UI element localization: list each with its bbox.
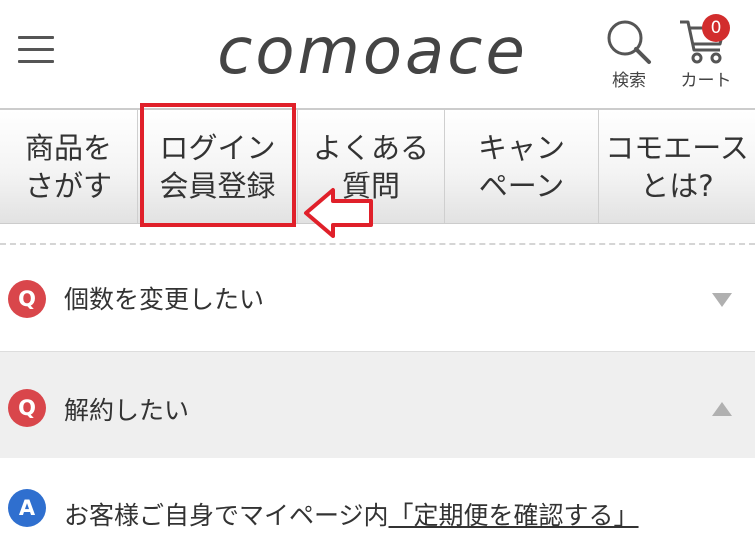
faq-question: 個数を変更したい	[64, 285, 265, 314]
chevron-up-icon	[712, 402, 732, 416]
nav-item-label: キャン ペーン	[477, 130, 565, 203]
search-button[interactable]: 検索	[603, 18, 655, 91]
nav-item-campaign[interactable]: キャン ペーン	[445, 110, 599, 223]
nav-item-about[interactable]: コモエース とは?	[599, 110, 755, 223]
global-nav: 商品を さがす ログイン 会員登録 よくある 質問 キャン ペーン コモエース …	[0, 108, 755, 224]
section-divider	[0, 243, 755, 245]
cart-label: カート	[680, 71, 732, 91]
answer-badge: A	[8, 489, 46, 527]
question-badge: Q	[8, 389, 46, 427]
nav-item-search-products[interactable]: 商品を さがす	[0, 110, 138, 223]
cart-count-badge: 0	[702, 14, 730, 42]
faq-answer: A お客様ご自身でマイページ内「定期便を確認する」	[0, 458, 755, 535]
question-badge: Q	[8, 280, 46, 318]
site-header: comoace 検索 0 カート	[0, 0, 755, 108]
chevron-down-icon	[712, 293, 732, 307]
annotation-arrow-icon	[304, 188, 373, 238]
nav-item-label: コモエース とは?	[605, 130, 749, 203]
check-subscription-link[interactable]: 「定期便を確認する」	[389, 501, 639, 530]
menu-icon[interactable]	[18, 34, 54, 64]
annotation-highlight-box	[140, 103, 296, 227]
search-icon	[607, 20, 651, 64]
nav-item-label: 商品を さがす	[24, 130, 112, 203]
search-label: 検索	[612, 71, 646, 91]
answer-text: お客様ご自身でマイページ内	[64, 501, 389, 530]
faq-item-cancel[interactable]: Q 解約したい	[0, 352, 755, 458]
faq-question: 解約したい	[64, 396, 190, 425]
site-logo[interactable]: comoace	[200, 12, 545, 92]
answer-text-line: お客様ご自身でマイページ内「定期便を確認する」	[64, 496, 639, 532]
faq-item-change-quantity[interactable]: Q 個数を変更したい	[0, 248, 755, 352]
cart-button[interactable]: 0 カート	[672, 14, 740, 91]
